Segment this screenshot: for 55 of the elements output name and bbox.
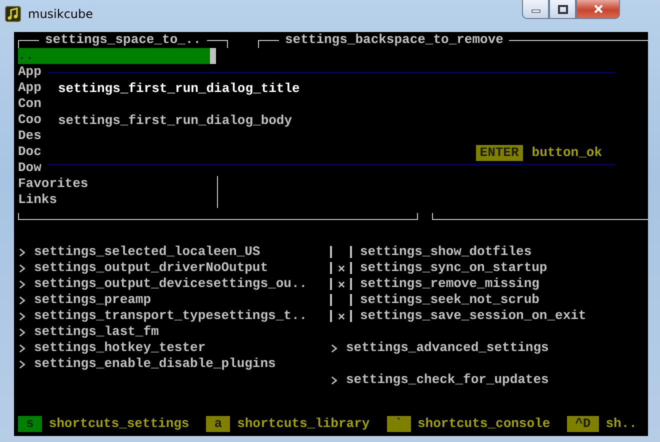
setting-item[interactable]: settings_output_devicesettings_ou.. — [34, 276, 308, 292]
shortcut-label[interactable]: sh.. — [606, 416, 637, 432]
list-item[interactable]: Links — [18, 192, 218, 208]
list-item[interactable]: Doc — [18, 144, 42, 160]
scrollbar-thumb[interactable] — [210, 48, 216, 64]
list-item[interactable]: App — [18, 80, 42, 96]
list-item[interactable]: Dow — [18, 160, 42, 176]
shortcut-key[interactable]: ` — [386, 416, 410, 432]
x-mark-icon — [338, 312, 344, 320]
app-icon — [5, 6, 21, 22]
setting-item[interactable]: settings_remove_missing — [360, 276, 540, 292]
list-item[interactable]: Favorites — [18, 176, 218, 192]
setting-item[interactable]: settings_output_driverNoOutput — [34, 260, 268, 276]
setting-item[interactable]: settings_transport_typesettings_t.. — [34, 308, 308, 324]
maximize-icon — [558, 4, 568, 14]
shortcut-key[interactable]: a — [206, 416, 230, 432]
checkbox[interactable] — [330, 262, 352, 274]
close-icon — [592, 4, 604, 14]
minimize-button[interactable] — [522, 0, 549, 19]
chevron-icon — [331, 344, 338, 352]
list-item[interactable]: App — [18, 64, 42, 80]
close-button[interactable] — [576, 0, 620, 19]
chevron-icon — [331, 376, 338, 384]
checkbox[interactable] — [330, 310, 352, 322]
ok-button[interactable]: button_ok — [532, 145, 602, 161]
checkbox[interactable] — [330, 294, 352, 306]
shortcut-label[interactable]: shortcuts_settings — [48, 416, 190, 432]
list-item[interactable]: Con — [18, 96, 42, 112]
setting-item[interactable]: settings_preamp — [34, 292, 152, 308]
setting-item[interactable]: settings_advanced_settings — [346, 340, 549, 356]
panel-title: settings_backspace_to_remove — [284, 32, 504, 48]
setting-item[interactable]: settings_check_for_updates — [346, 372, 549, 388]
dialog-title: settings_first_run_dialog_title — [58, 81, 300, 97]
checkbox[interactable] — [330, 246, 352, 258]
shortcut-label[interactable]: shortcuts_library — [237, 416, 370, 432]
setting-item[interactable]: settings_enable_disable_plugins — [34, 356, 276, 372]
checkbox[interactable] — [330, 278, 352, 290]
list-item[interactable]: Coo — [18, 112, 42, 128]
setting-item[interactable]: settings_sync_on_startup — [360, 260, 548, 276]
shortcut-label[interactable]: shortcuts_console — [418, 416, 550, 432]
setting-item[interactable]: settings_seek_not_scrub — [360, 292, 540, 308]
setting-item[interactable]: settings_show_dotfiles — [360, 244, 532, 260]
panel-title: settings_space_to_.. — [44, 32, 202, 48]
setting-item[interactable]: settings_save_session_on_exit — [360, 308, 586, 324]
setting-item[interactable]: settings_selected_localeen_US — [34, 244, 260, 260]
window-title: musikcube — [28, 7, 94, 21]
key-badge[interactable]: ENTER — [476, 145, 523, 161]
setting-item[interactable]: settings_hotkey_tester — [34, 340, 206, 356]
setting-item[interactable]: settings_last_fm — [34, 324, 159, 340]
dialog-message: settings_first_run_dialog_body — [58, 113, 292, 129]
list-item[interactable]: Des — [18, 128, 42, 144]
maximize-button[interactable] — [549, 0, 576, 19]
x-mark-icon — [338, 264, 344, 272]
x-mark-icon — [338, 280, 344, 288]
shortcut-key[interactable]: ^D — [567, 416, 599, 432]
